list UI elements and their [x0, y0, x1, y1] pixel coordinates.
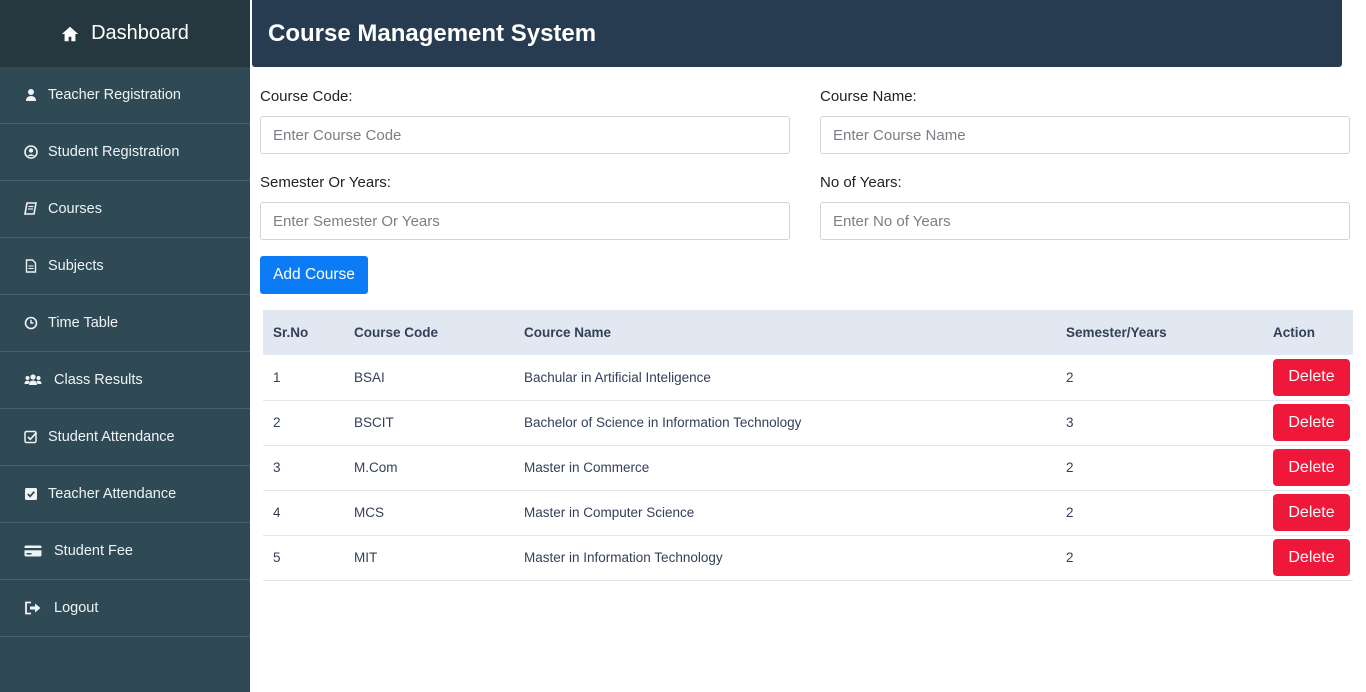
sidebar-item-label: Logout	[54, 600, 99, 616]
column-header-course-name: Cource Name	[524, 325, 612, 340]
cell-action: Delete	[1263, 445, 1353, 490]
sidebar-item-label: Student Registration	[48, 144, 180, 160]
delete-button[interactable]: Delete	[1273, 494, 1350, 531]
years-label: No of Years:	[820, 174, 902, 191]
column-header-semester: Semester/Years	[1066, 325, 1167, 340]
sidebar-item-subjects[interactable]: Subjects	[0, 238, 250, 295]
cell-srno: 2	[273, 415, 281, 430]
cell-course-name: Bachelor of Science in Information Techn…	[524, 415, 802, 430]
home-icon	[61, 26, 79, 41]
cell-course-code: M.Com	[354, 460, 398, 475]
sidebar-item-label: Teacher Attendance	[48, 486, 177, 502]
sidebar-item-teacher-registration[interactable]: Teacher Registration	[0, 67, 250, 124]
semester-input[interactable]	[260, 202, 790, 240]
sidebar-item-logout[interactable]: Logout	[0, 580, 250, 637]
cell-action: Delete	[1263, 490, 1353, 535]
users-icon	[24, 374, 42, 385]
check-square-icon	[25, 488, 37, 500]
credit-card-icon	[24, 545, 42, 557]
sidebar-item-class-results[interactable]: Class Results	[0, 352, 250, 409]
sidebar-item-student-fee[interactable]: Student Fee	[0, 523, 250, 580]
courses-table-container: Sr.No Course Code Cource Name Semester/Y…	[263, 310, 1353, 581]
course-name-input[interactable]	[820, 116, 1350, 154]
course-name-label: Course Name:	[820, 88, 917, 105]
course-code-input[interactable]	[260, 116, 790, 154]
cell-semester: 2	[1066, 550, 1074, 565]
cell-semester: 2	[1066, 369, 1074, 385]
sidebar-item-label: Courses	[48, 201, 102, 217]
cell-course-code: MCS	[354, 505, 384, 520]
delete-button[interactable]: Delete	[1273, 539, 1350, 576]
sidebar-item-label: Time Table	[48, 315, 119, 331]
semester-label: Semester Or Years:	[260, 174, 391, 191]
sidebar-item-label: Teacher Registration	[48, 87, 181, 103]
cell-course-code: MIT	[354, 550, 378, 565]
sidebar-item-student-attendance[interactable]: Student Attendance	[0, 409, 250, 466]
check-square-outline-icon	[24, 430, 38, 444]
user-circle-icon	[24, 145, 38, 159]
cell-course-name: Master in Information Technology	[524, 550, 723, 565]
file-icon	[25, 259, 37, 273]
table-row: 5 MIT Master in Information Technology 2…	[263, 535, 1353, 580]
table-header-row: Sr.No Course Code Cource Name Semester/Y…	[263, 310, 1353, 355]
column-header-course-code: Course Code	[354, 325, 439, 340]
sidebar-item-teacher-attendance[interactable]: Teacher Attendance	[0, 466, 250, 523]
table-row: 2 BSCIT Bachelor of Science in Informati…	[263, 400, 1353, 445]
cell-semester: 3	[1066, 415, 1074, 430]
cell-srno: 3	[273, 460, 281, 475]
sidebar-item-time-table[interactable]: Time Table	[0, 295, 250, 352]
courses-table: Sr.No Course Code Cource Name Semester/Y…	[263, 310, 1353, 581]
clock-icon	[24, 316, 38, 330]
cell-srno: 4	[273, 505, 281, 520]
cell-course-name: Master in Commerce	[524, 460, 650, 475]
sign-out-icon	[25, 601, 41, 615]
cell-semester: 2	[1066, 505, 1074, 520]
delete-button[interactable]: Delete	[1273, 449, 1350, 486]
sidebar-title: Dashboard	[91, 22, 189, 44]
cell-action: Delete	[1263, 355, 1353, 400]
column-header-srno: Sr.No	[273, 325, 309, 340]
delete-button[interactable]: Delete	[1273, 404, 1350, 441]
table-row: 1 BSAI Bachular in Artificial Inteligenc…	[263, 355, 1353, 400]
sidebar-item-courses[interactable]: Courses	[0, 181, 250, 238]
add-course-button[interactable]: Add Course	[260, 256, 368, 294]
cell-srno: 5	[273, 550, 281, 565]
delete-button[interactable]: Delete	[1273, 358, 1350, 396]
sidebar-item-label: Subjects	[48, 258, 104, 274]
sidebar-item-label: Student Attendance	[48, 429, 175, 445]
sidebar: Dashboard Teacher Registration Student R…	[0, 0, 250, 692]
course-code-label: Course Code:	[260, 88, 353, 105]
page-header: Course Management System	[252, 0, 1342, 67]
sidebar-item-student-registration[interactable]: Student Registration	[0, 124, 250, 181]
sidebar-header[interactable]: Dashboard	[0, 0, 250, 67]
cell-action: Delete	[1263, 535, 1353, 580]
cell-srno: 1	[273, 369, 281, 385]
cell-course-name: Master in Computer Science	[524, 505, 695, 520]
table-row: 4 MCS Master in Computer Science 2 Delet…	[263, 490, 1353, 535]
cell-semester: 2	[1066, 460, 1074, 475]
book-icon	[24, 202, 37, 215]
cell-course-code: BSAI	[354, 369, 385, 385]
sidebar-item-label: Class Results	[54, 372, 143, 388]
cell-course-code: BSCIT	[354, 415, 394, 430]
user-icon	[26, 89, 36, 101]
cell-course-name: Bachular in Artificial Inteligence	[524, 369, 711, 385]
sidebar-item-label: Student Fee	[54, 543, 133, 559]
cell-action: Delete	[1263, 400, 1353, 445]
table-row: 3 M.Com Master in Commerce 2 Delete	[263, 445, 1353, 490]
years-input[interactable]	[820, 202, 1350, 240]
page-title: Course Management System	[268, 19, 597, 47]
column-header-action: Action	[1273, 325, 1315, 340]
